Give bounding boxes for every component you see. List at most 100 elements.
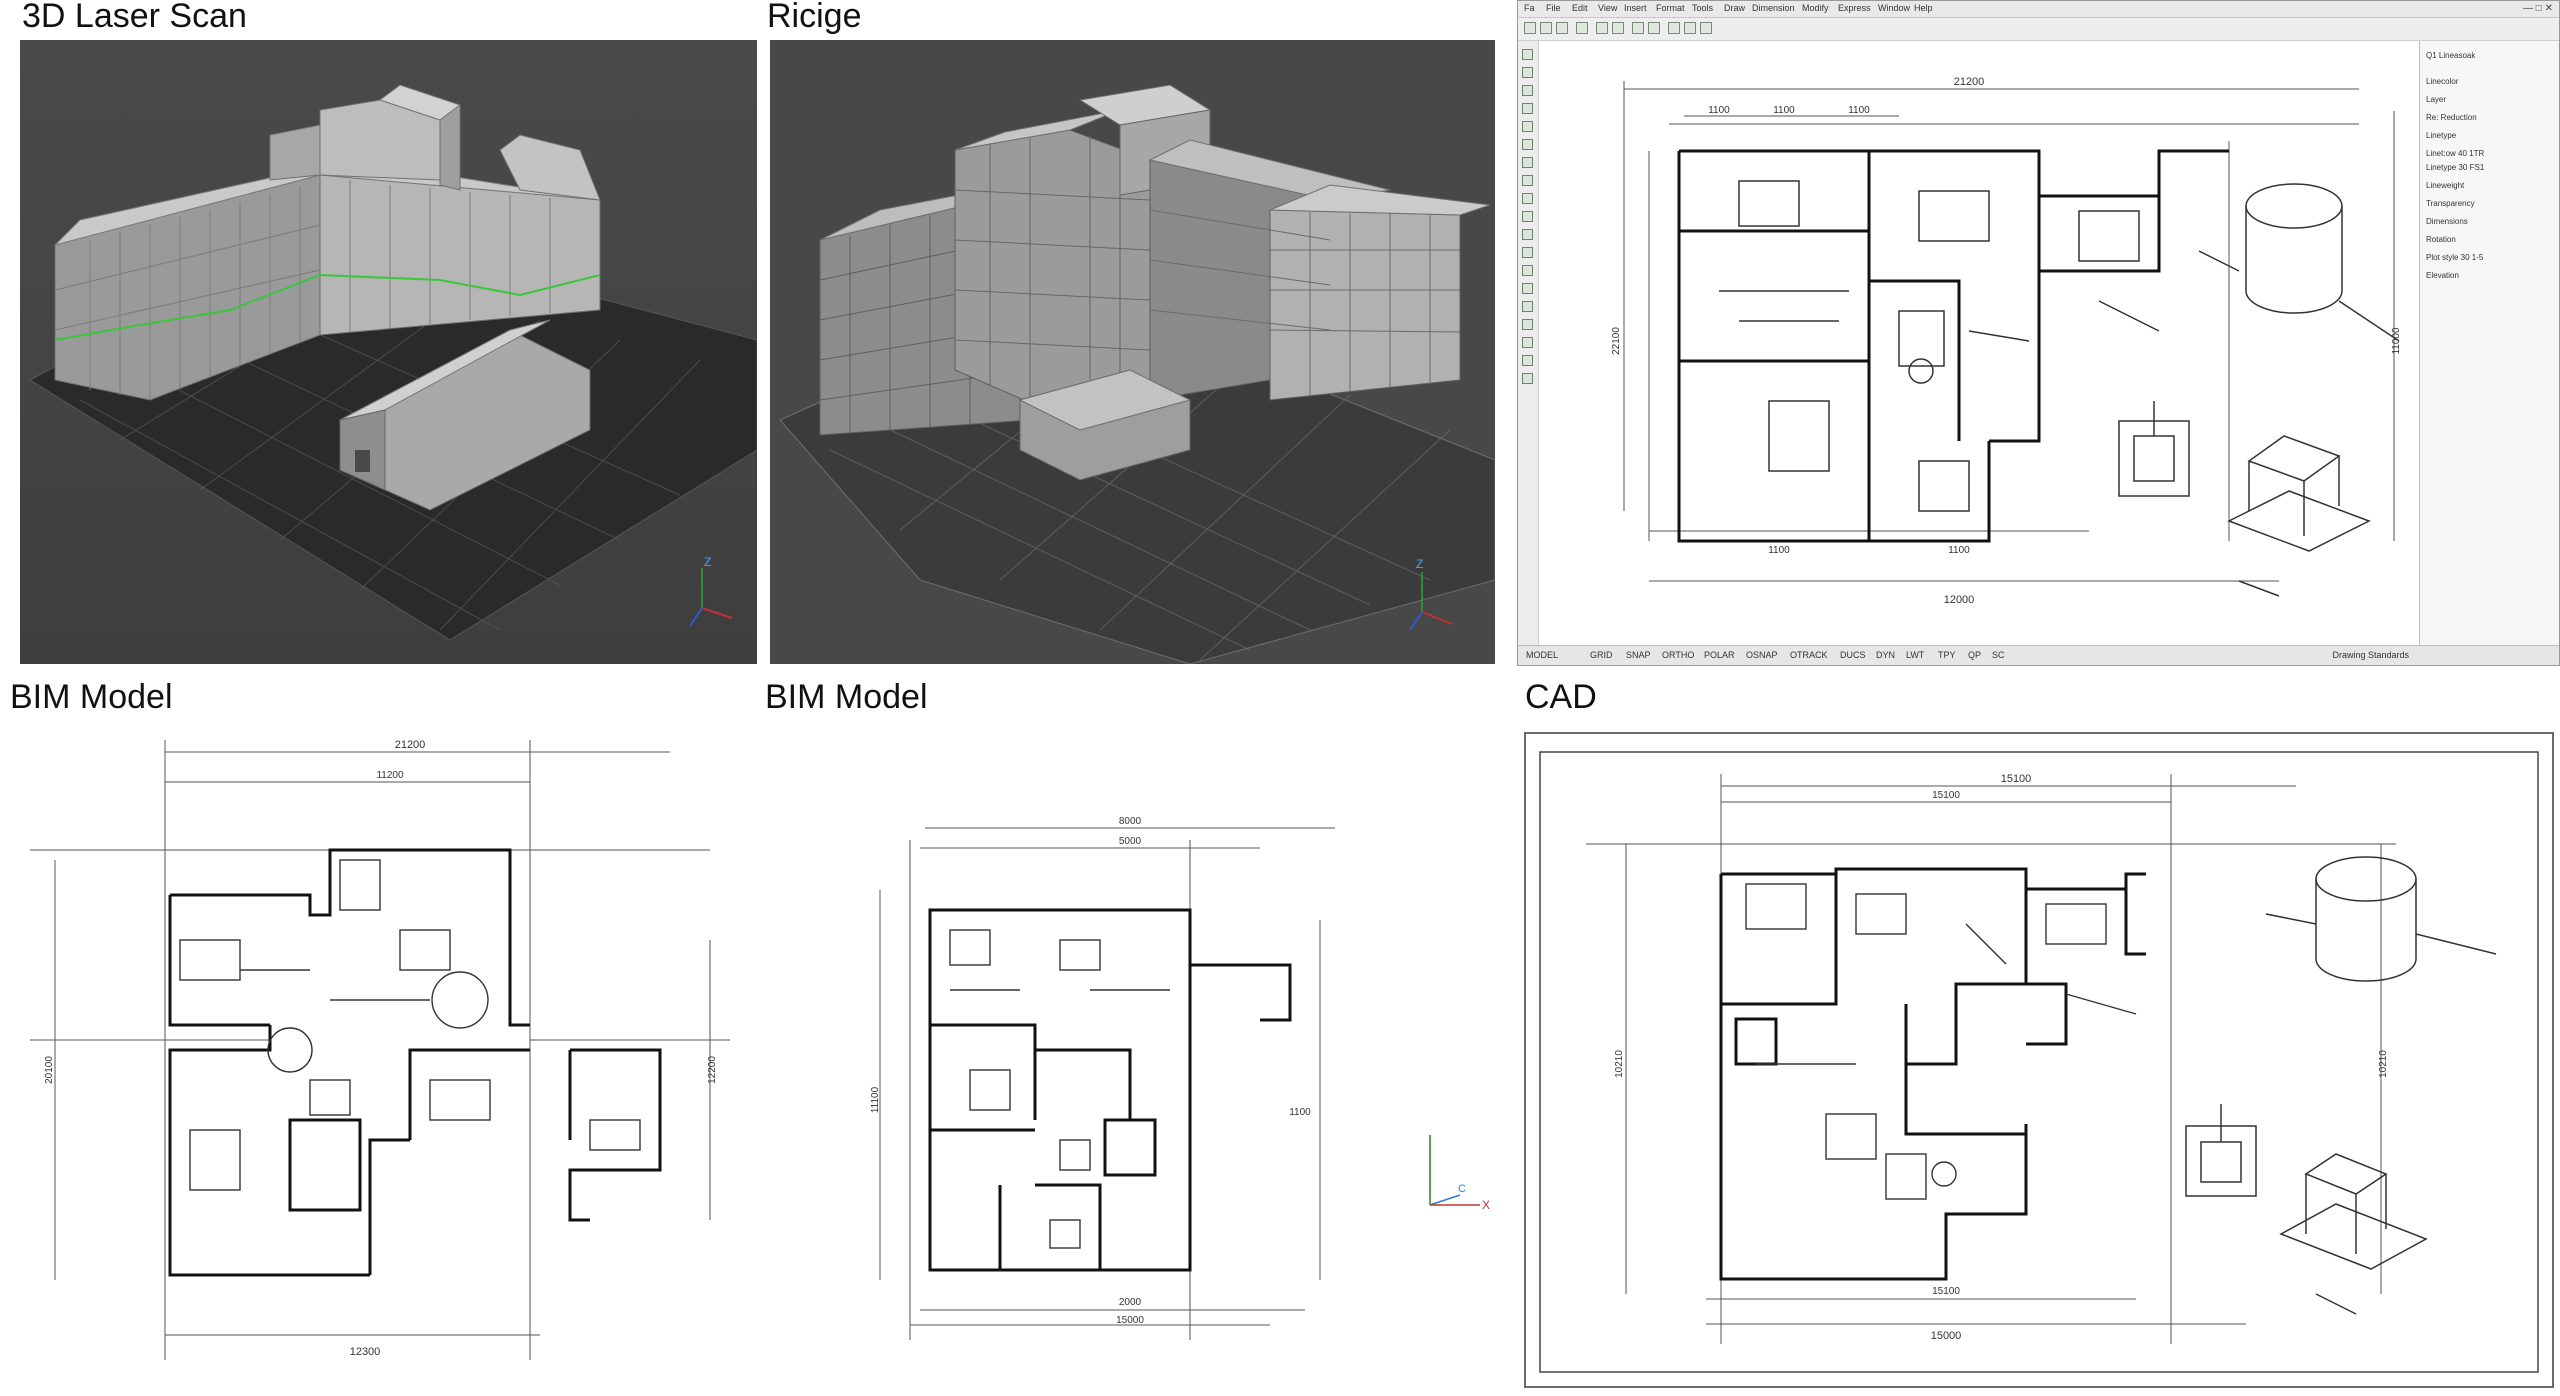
bim-right-drawing[interactable]: 8000 5000 2000 15000 11100 1100 X C — [760, 720, 1500, 1380]
cad-sheet-dim-bottom-overall: 15000 — [1931, 1330, 1962, 1342]
cad-app-window[interactable]: Fa File Edit View Insert Format Tools Dr… — [1517, 0, 2560, 666]
property-row[interactable]: Rotation — [2426, 235, 2456, 245]
move-tool-icon[interactable] — [1522, 247, 1533, 258]
menu-item[interactable]: Window — [1878, 3, 1910, 14]
ricige-viewport[interactable]: Z — [770, 40, 1495, 664]
property-row[interactable]: Lineweight — [2426, 181, 2464, 191]
bim-right-dim-left: 11100 — [870, 1086, 881, 1113]
property-row[interactable]: Elevation — [2426, 271, 2459, 281]
status-toggle[interactable]: DUCS — [1840, 650, 1866, 661]
property-row[interactable]: Q1 Lineasoak — [2426, 51, 2475, 61]
property-row[interactable]: Linetype — [2426, 131, 2456, 141]
circle-tool-icon[interactable] — [1522, 121, 1533, 132]
arc-tool-icon[interactable] — [1522, 103, 1533, 114]
dimension-tool-icon[interactable] — [1522, 229, 1533, 240]
cad-dim-right: 11000 — [2391, 327, 2402, 355]
status-toggle[interactable]: TPY — [1938, 650, 1956, 661]
bim-left-dim-right: 12200 — [707, 1056, 718, 1084]
status-toggle[interactable]: LWT — [1906, 650, 1924, 661]
status-toggle[interactable]: POLAR — [1704, 650, 1735, 661]
isometric-detail — [2227, 435, 2371, 597]
property-row[interactable]: Dimensions — [2426, 217, 2468, 227]
menu-item[interactable]: Draw — [1724, 3, 1745, 14]
mirror-tool-icon[interactable] — [1522, 355, 1533, 366]
bim-right-dim-bottom-overall: 15000 — [1116, 1315, 1144, 1326]
menu-item[interactable]: File — [1546, 3, 1561, 14]
properties-icon[interactable] — [1684, 22, 1696, 34]
laser-scan-viewport[interactable]: Z — [20, 40, 757, 664]
polyline-tool-icon[interactable] — [1522, 67, 1533, 78]
menu-item[interactable]: Help — [1914, 3, 1933, 14]
spline-tool-icon[interactable] — [1522, 139, 1533, 150]
cad-floorplan-walls — [1677, 149, 2229, 543]
axis-y-label: C — [1458, 1183, 1466, 1195]
cad-sheet-dim-top-inner: 15100 — [1932, 790, 1960, 801]
menu-item[interactable]: Insert — [1624, 3, 1647, 14]
copy-tool-icon[interactable] — [1522, 265, 1533, 276]
property-row[interactable]: Re: Reduction — [2426, 113, 2477, 123]
cad-drawing-canvas[interactable]: 21200 1100 1100 1100 22100 11000 1100 11… — [1539, 41, 2419, 645]
pan-icon[interactable] — [1632, 22, 1644, 34]
hatch-tool-icon[interactable] — [1522, 175, 1533, 186]
print-icon[interactable] — [1576, 22, 1588, 34]
bim-left-drawing[interactable]: 21200 11200 12300 20100 12200 — [10, 720, 750, 1380]
cad-dim-top: 21200 — [1954, 76, 1985, 88]
cad-toolbar — [1518, 18, 2559, 41]
cad-floorplan: 21200 1100 1100 1100 22100 11000 1100 11… — [1611, 76, 2402, 606]
isometric-detail — [2279, 1153, 2428, 1315]
menu-item[interactable]: Fa — [1524, 3, 1535, 14]
cad-sheet-dim-bottom-inner: 15100 — [1932, 1286, 1960, 1297]
status-toggle[interactable]: GRID — [1590, 650, 1613, 661]
undo-icon[interactable] — [1596, 22, 1608, 34]
box-detail — [2118, 401, 2190, 497]
status-toggle[interactable]: MODEL — [1526, 650, 1558, 661]
cad-sheet-dim-right: 10210 — [2378, 1050, 2389, 1078]
menu-item[interactable]: Express — [1838, 3, 1871, 14]
menu-item[interactable]: View — [1598, 3, 1617, 14]
match-icon[interactable] — [1700, 22, 1712, 34]
status-toggle[interactable]: OSNAP — [1746, 650, 1778, 661]
cad-drawing-sheet[interactable]: 15100 15100 15100 15000 10210 10210 — [1524, 732, 2554, 1388]
window-controls-icon[interactable]: — □ ✕ — [2523, 3, 2553, 14]
status-toggle[interactable]: SC — [1992, 650, 2005, 661]
ellipse-tool-icon[interactable] — [1522, 157, 1533, 168]
block-tool-icon[interactable] — [1522, 193, 1533, 204]
line-tool-icon[interactable] — [1522, 49, 1533, 60]
status-toggle[interactable]: DYN — [1876, 650, 1895, 661]
status-toggle[interactable]: ORTHO — [1662, 650, 1694, 661]
trim-tool-icon[interactable] — [1522, 301, 1533, 312]
open-file-icon[interactable] — [1540, 22, 1552, 34]
erase-tool-icon[interactable] — [1522, 373, 1533, 384]
cad-sheet-floorplan: 15100 15100 15100 15000 10210 10210 — [1539, 751, 2539, 1373]
status-toggle[interactable]: OTRACK — [1790, 650, 1828, 661]
zoom-icon[interactable] — [1648, 22, 1660, 34]
menu-item[interactable]: Edit — [1572, 3, 1588, 14]
axis-x-label: X — [1482, 1198, 1490, 1212]
layer-icon[interactable] — [1668, 22, 1680, 34]
menu-item[interactable]: Tools — [1692, 3, 1713, 14]
cad-status-bar: MODEL GRID SNAP ORTHO POLAR OSNAP OTRACK… — [1518, 645, 2559, 665]
redo-icon[interactable] — [1612, 22, 1624, 34]
property-row[interactable]: Layer — [2426, 95, 2446, 105]
status-toggle[interactable]: QP — [1968, 650, 1981, 661]
cad-dim-top-sub-1: 1100 — [1708, 105, 1730, 116]
new-file-icon[interactable] — [1524, 22, 1536, 34]
property-row[interactable]: Linet:ow 40 1TR — [2426, 149, 2484, 159]
menu-item[interactable]: Dimension — [1752, 3, 1795, 14]
rotate-tool-icon[interactable] — [1522, 283, 1533, 294]
menu-item[interactable]: Format — [1656, 3, 1685, 14]
status-toggle[interactable]: SNAP — [1626, 650, 1651, 661]
property-row[interactable]: Transparency — [2426, 199, 2475, 209]
menu-item[interactable]: Modify — [1802, 3, 1829, 14]
offset-tool-icon[interactable] — [1522, 337, 1533, 348]
bim-model-title-left: BIM Model — [10, 678, 173, 716]
rectangle-tool-icon[interactable] — [1522, 85, 1533, 96]
save-icon[interactable] — [1556, 22, 1568, 34]
property-row[interactable]: Linetype 30 FS1 — [2426, 163, 2484, 173]
property-row[interactable]: Linecolor — [2426, 77, 2458, 87]
bim-right-floorplan: 8000 5000 2000 15000 11100 1100 X C — [870, 816, 1490, 1340]
bim-left-dim-bottom: 12300 — [350, 1346, 381, 1358]
property-row[interactable]: Plot style 30 1-5 — [2426, 253, 2483, 263]
extend-tool-icon[interactable] — [1522, 319, 1533, 330]
text-tool-icon[interactable] — [1522, 211, 1533, 222]
